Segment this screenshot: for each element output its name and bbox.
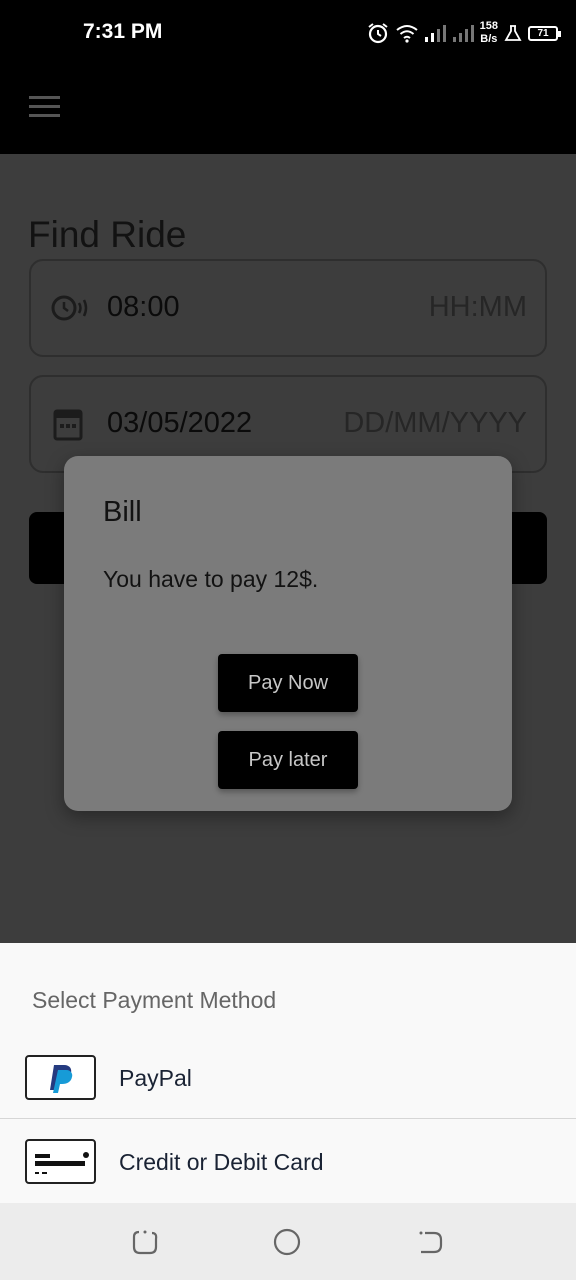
battery-icon: 71	[528, 25, 561, 41]
dialog-title: Bill	[103, 496, 142, 528]
credit-card-icon	[25, 1139, 96, 1184]
payment-option-card[interactable]: Credit or Debit Card	[0, 1127, 576, 1211]
recents-icon[interactable]	[130, 1227, 160, 1257]
bill-dialog: Bill You have to pay 12$. Pay Now Pay la…	[64, 456, 512, 811]
status-bar: 7:31 PM 158 B/s 71	[0, 0, 576, 66]
sheet-title: Select Payment Method	[32, 987, 277, 1013]
time-field[interactable]: 08:00 HH:MM	[29, 259, 547, 357]
time-hint: HH:MM	[428, 291, 527, 323]
network-speed-value: 158	[479, 20, 498, 32]
sheet-divider	[0, 1118, 576, 1119]
paypal-icon	[25, 1055, 96, 1100]
paypal-label: PayPal	[119, 1065, 192, 1091]
network-speed-unit: B/s	[480, 33, 498, 45]
navigation-bar	[0, 1203, 576, 1280]
payment-option-paypal[interactable]: PayPal	[0, 1043, 576, 1127]
calendar-icon	[53, 409, 83, 441]
network-speed: 158 B/s	[480, 20, 498, 46]
flask-icon	[504, 25, 522, 41]
pay-now-button[interactable]: Pay Now	[218, 654, 358, 712]
wifi-icon	[396, 25, 418, 43]
status-time: 7:31 PM	[83, 20, 163, 43]
back-icon[interactable]	[416, 1227, 446, 1257]
status-icons: 158 B/s 71	[366, 18, 561, 48]
menu-icon[interactable]	[29, 96, 60, 120]
alarm-icon	[368, 23, 388, 44]
date-value: 03/05/2022	[107, 407, 253, 439]
signal-icon	[424, 25, 446, 42]
time-value: 08:00	[107, 291, 180, 323]
pay-later-button[interactable]: Pay later	[218, 731, 358, 789]
date-hint: DD/MM/YYYY	[343, 407, 527, 439]
page-title: Find Ride	[28, 214, 187, 255]
signal-icon	[452, 25, 474, 42]
clock-icon	[51, 295, 88, 321]
app-bar	[0, 66, 576, 154]
payment-method-sheet: Select Payment Method PayPal Credit or D…	[0, 943, 576, 1203]
card-label: Credit or Debit Card	[119, 1149, 324, 1175]
dialog-message: You have to pay 12$.	[103, 566, 319, 592]
home-icon[interactable]	[272, 1227, 302, 1257]
